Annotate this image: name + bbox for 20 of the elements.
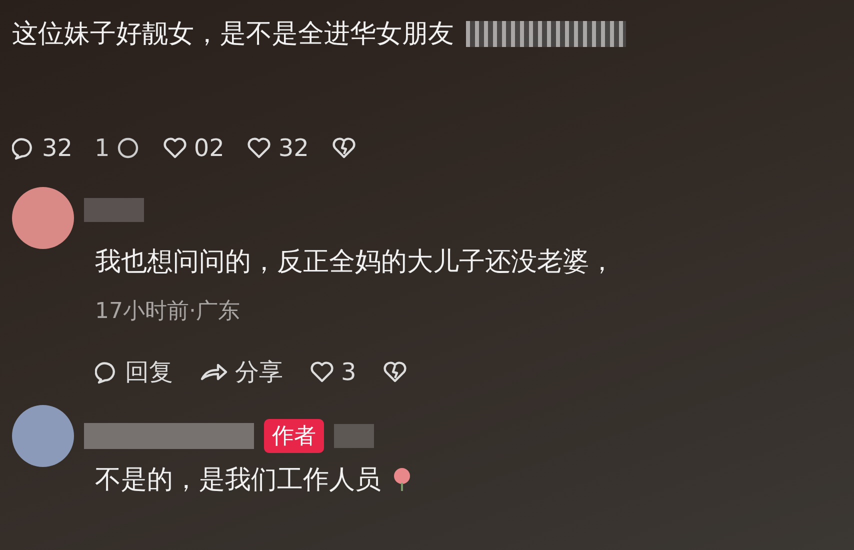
like-button[interactable]: 32 <box>246 134 309 162</box>
broken-heart-icon[interactable] <box>330 136 357 160</box>
comment-text: 这位妹子好靓女，是不是全进华女朋友 <box>12 18 454 51</box>
share-button[interactable]: 分享 <box>199 356 283 388</box>
heart-icon <box>309 360 335 384</box>
like-button[interactable]: 02 <box>162 134 224 162</box>
heart-icon <box>246 136 272 160</box>
comment-text: 我也想问问的，反正全妈的大儿子还没老婆， <box>95 246 615 279</box>
heart-icon <box>162 136 188 160</box>
like-button[interactable]: 3 <box>309 358 356 386</box>
author-tag: 作者 <box>264 419 324 453</box>
comment-text: 不是的，是我们工作人员 <box>95 464 381 497</box>
broken-heart-icon[interactable] <box>382 360 408 384</box>
comment-button[interactable]: 32 <box>12 134 73 162</box>
blurred-text <box>334 424 374 448</box>
comment-meta: 17小时前·广东 <box>95 298 241 326</box>
blurred-username <box>84 198 144 222</box>
comment-button[interactable]: 回复 <box>95 356 173 388</box>
count-text: 1 <box>94 134 110 162</box>
ring-icon <box>116 136 140 160</box>
